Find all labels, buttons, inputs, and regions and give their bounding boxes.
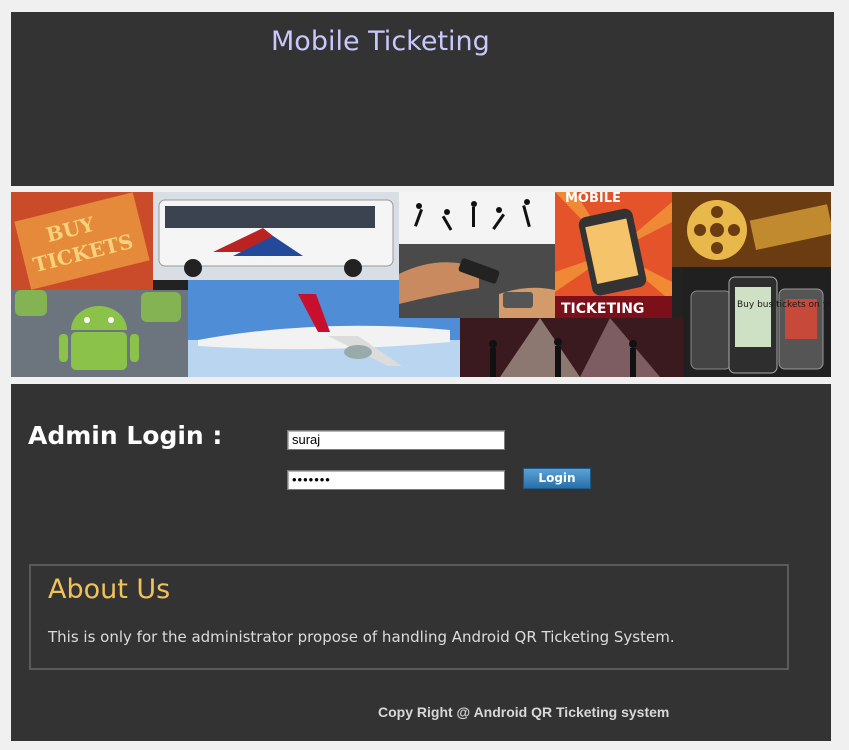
mobile-text: MOBILE xyxy=(565,192,621,206)
about-us-box: About Us This is only for the administra… xyxy=(29,564,789,670)
admin-login-label: Admin Login : xyxy=(28,421,223,450)
mobile-ticketing-image: MOBILE TICKETING xyxy=(555,192,672,318)
dancers-image xyxy=(399,192,555,244)
username-input[interactable]: suraj xyxy=(287,430,505,450)
password-input[interactable]: ••••••• xyxy=(287,470,505,490)
bus-image xyxy=(153,192,399,280)
site-title: Mobile Ticketing xyxy=(271,26,490,57)
android-image xyxy=(11,290,188,377)
header: Mobile Ticketing xyxy=(11,12,834,186)
about-us-text: This is only for the administrator propo… xyxy=(48,628,675,646)
ticketing-text: TICKETING xyxy=(561,301,644,317)
phones-text: Buy bus tickets on your mobile xyxy=(737,300,831,310)
about-us-title: About Us xyxy=(48,574,171,605)
hand-scanner-image xyxy=(399,244,555,318)
login-panel: Admin Login : suraj ••••••• Login About … xyxy=(11,384,831,741)
banner-collage: BUY TICKETS MOBILE TICKETING Buy bus tic… xyxy=(11,192,831,377)
login-button[interactable]: Login xyxy=(523,468,591,489)
film-reel-image xyxy=(672,192,831,267)
buy-tickets-image: BUY TICKETS xyxy=(11,192,153,290)
copyright-text: Copy Right @ Android QR Ticketing system xyxy=(378,704,670,720)
concert-image xyxy=(460,318,683,377)
phones-image: Buy bus tickets on your mobile xyxy=(683,267,831,377)
